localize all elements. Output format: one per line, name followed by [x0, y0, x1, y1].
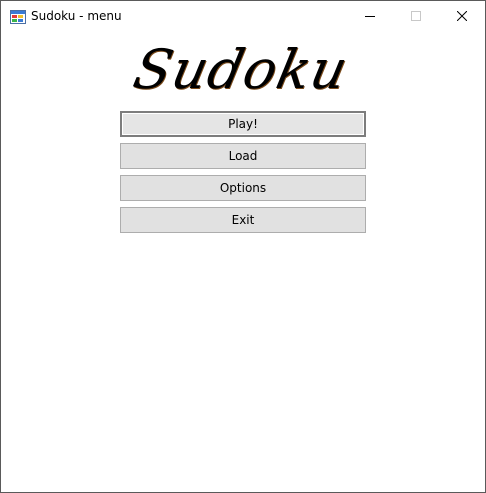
app-icon — [10, 9, 26, 24]
load-button[interactable]: Load — [120, 143, 366, 169]
options-button[interactable]: Options — [120, 175, 366, 201]
window-title: Sudoku - menu — [31, 9, 122, 23]
exit-button[interactable]: Exit — [120, 207, 366, 233]
maximize-icon — [411, 11, 421, 21]
play-button[interactable]: Play! — [120, 111, 366, 137]
sudoku-logo: Sudoku — [128, 38, 354, 101]
close-icon — [457, 11, 467, 21]
maximize-button[interactable] — [393, 1, 439, 31]
title-bar[interactable]: Sudoku - menu — [1, 1, 485, 31]
minimize-button[interactable] — [347, 1, 393, 31]
app-window: Sudoku - menu Sudoku Play! Load Options … — [0, 0, 486, 493]
minimize-icon — [365, 16, 375, 17]
close-button[interactable] — [439, 1, 485, 31]
